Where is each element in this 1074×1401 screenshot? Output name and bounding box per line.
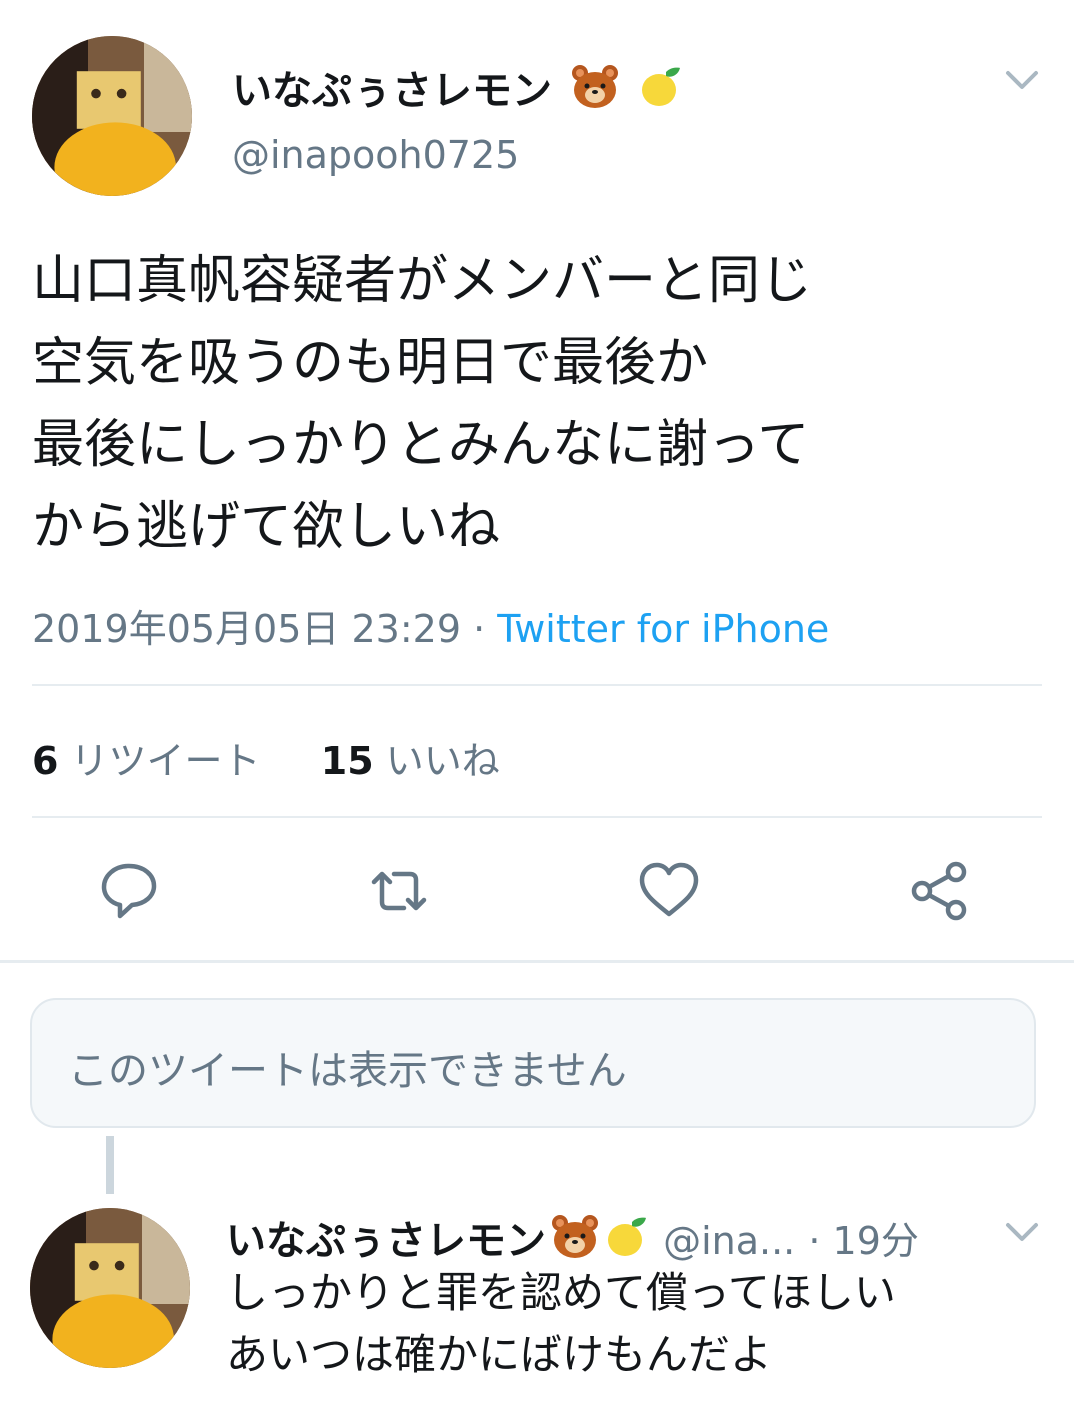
tweet-text-line: 山口真帆容疑者がメンバーと同じ — [32, 251, 813, 311]
lemon-emoji-icon — [638, 64, 682, 120]
unavailable-tweet-card: このツイートは表示できません — [30, 998, 1036, 1128]
meta-separator: · — [461, 607, 498, 651]
lemon-emoji-icon — [604, 1214, 648, 1264]
retweet-icon[interactable] — [364, 856, 434, 926]
engagement-stats: 6 リツイート 15 いいね — [32, 730, 500, 785]
bear-emoji-icon — [570, 64, 620, 120]
tweet-meta: 2019年05月05日 23:29 · Twitter for iPhone — [32, 598, 829, 653]
like-icon[interactable] — [634, 856, 704, 926]
unavailable-message: このツイートは表示できません — [68, 1048, 627, 1094]
source-link[interactable]: Twitter for iPhone — [497, 607, 829, 651]
like-label: いいね — [385, 739, 500, 783]
reply-text-line: あいつは確かにばけもんだよ — [226, 1330, 773, 1379]
bear-emoji-icon — [550, 1214, 600, 1264]
tweet-text-line: 最後にしっかりとみんなに謝って — [32, 415, 810, 475]
divider — [32, 816, 1042, 818]
section-divider — [0, 960, 1074, 963]
reply-handle[interactable]: @ina... — [663, 1219, 795, 1263]
tweet-text: 山口真帆容疑者がメンバーと同じ 空気を吸うのも明日で最後か 最後にしっかりとみん… — [32, 240, 1042, 568]
divider — [32, 684, 1042, 686]
chevron-down-icon[interactable] — [1000, 1210, 1044, 1254]
reply-text: しっかりと罪を認めて償ってほしい あいつは確かにばけもんだよ — [226, 1262, 1046, 1386]
retweet-label: リツイート — [70, 739, 261, 783]
reply-icon[interactable] — [94, 856, 164, 926]
like-count: 15 — [320, 739, 374, 783]
tweet-text-line: 空気を吸うのも明日で最後か — [32, 333, 709, 393]
retweet-count-link[interactable]: 6 リツイート — [32, 739, 261, 783]
reply-header: いなぷぅさレモン @ina... · 19分 — [226, 1208, 919, 1266]
reply-time[interactable]: · 19分 — [808, 1219, 919, 1263]
reply-avatar[interactable] — [30, 1208, 190, 1368]
timestamp: 2019年05月05日 23:29 — [32, 607, 462, 651]
share-icon[interactable] — [904, 856, 974, 926]
like-count-link[interactable]: 15 いいね — [321, 739, 500, 783]
display-name-text: いなぷぅさレモン — [232, 68, 552, 114]
display-name[interactable]: いなぷぅさレモン — [232, 58, 682, 120]
avatar[interactable] — [32, 36, 192, 196]
user-handle[interactable]: @inapooh0725 — [232, 133, 519, 177]
reply-display-name[interactable]: いなぷぅさレモン — [226, 1218, 546, 1264]
tweet-text-line: から逃げて欲しいね — [32, 497, 501, 557]
reply-text-line: しっかりと罪を認めて償ってほしい — [226, 1268, 896, 1317]
thread-line — [106, 1136, 114, 1194]
retweet-count: 6 — [32, 739, 59, 783]
chevron-down-icon[interactable] — [1000, 58, 1044, 102]
